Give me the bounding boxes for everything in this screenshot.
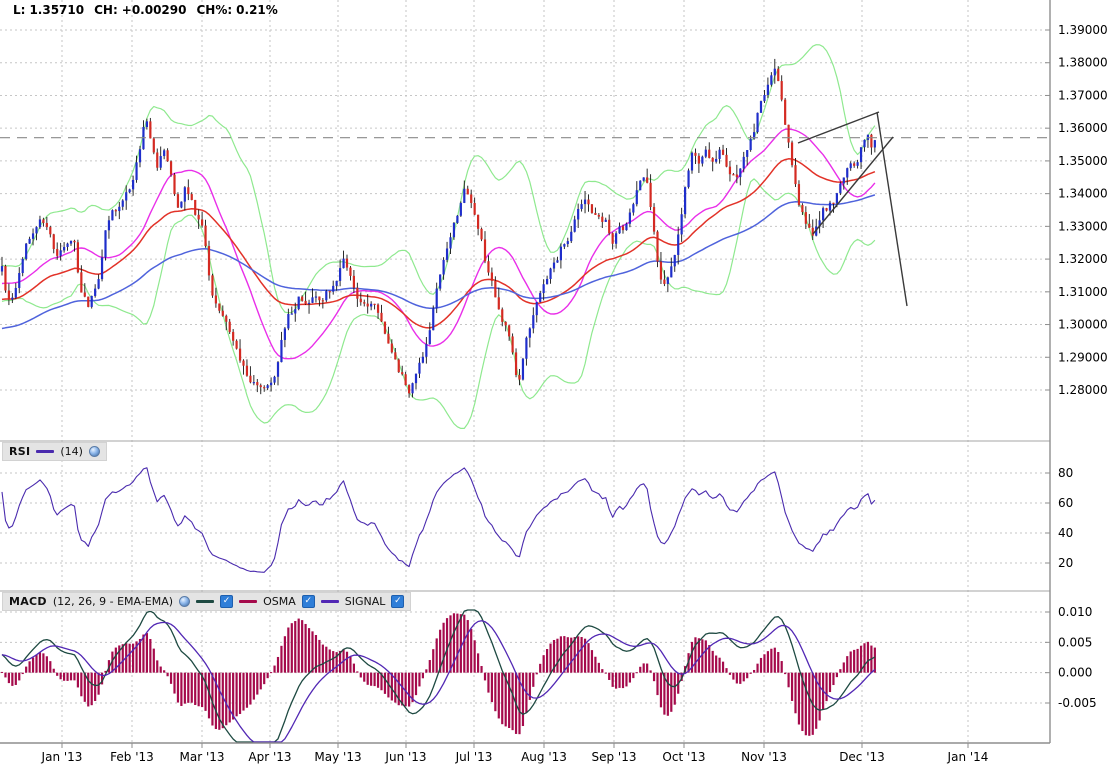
annotations[interactable] — [0, 111, 1050, 307]
svg-text:0.005: 0.005 — [1058, 635, 1092, 649]
svg-text:0.010: 0.010 — [1058, 605, 1092, 619]
svg-text:Mar '13: Mar '13 — [179, 750, 224, 764]
macd-line-swatch — [196, 600, 215, 603]
x-axis-labels: Jan '13 Feb '13 Mar '13 Apr '13 May '13 Jun '… — [41, 743, 989, 764]
chart-canvas[interactable]: 1.39000 1.38000 1.37000 1.36000 1.35000 1.340… — [0, 0, 1114, 768]
rsi-line-swatch — [36, 450, 55, 453]
svg-text:1.36000: 1.36000 — [1058, 121, 1108, 135]
svg-text:1.37000: 1.37000 — [1058, 88, 1108, 102]
trend-line — [876, 111, 908, 307]
svg-text:1.34000: 1.34000 — [1058, 187, 1108, 201]
main-panel-overlays — [1, 44, 876, 429]
svg-text:Oct '13: Oct '13 — [662, 750, 705, 764]
globe-icon[interactable] — [88, 446, 100, 457]
macd-params: (12, 26, 9 - EMA-EMA) — [52, 595, 174, 608]
macd-line-checkbox[interactable]: ✓ — [220, 595, 234, 608]
svg-text:0.000: 0.000 — [1058, 666, 1092, 680]
globe-icon[interactable] — [179, 596, 191, 607]
svg-text:Sep '13: Sep '13 — [592, 750, 637, 764]
signal-label: SIGNAL — [344, 595, 386, 608]
last-value: 1.35710 — [29, 3, 85, 17]
svg-text:80: 80 — [1058, 466, 1073, 480]
rsi-legend: RSI (14) — [2, 442, 107, 461]
svg-text:1.30000: 1.30000 — [1058, 318, 1108, 332]
svg-text:20: 20 — [1058, 556, 1073, 570]
macd-legend: MACD (12, 26, 9 - EMA-EMA) ✓ OSMA ✓ SIGN… — [2, 592, 412, 611]
signal-checkbox[interactable]: ✓ — [391, 595, 405, 608]
gridlines — [0, 0, 1050, 743]
trading-chart-window: 1.39000 1.38000 1.37000 1.36000 1.35000 1.340… — [0, 0, 1114, 768]
svg-text:1.35000: 1.35000 — [1058, 154, 1108, 168]
signal-swatch — [320, 600, 339, 603]
svg-text:40: 40 — [1058, 526, 1073, 540]
trend-line — [812, 136, 894, 235]
svg-text:Apr '13: Apr '13 — [248, 750, 291, 764]
rsi-panel-series — [1, 467, 876, 573]
svg-text:1.38000: 1.38000 — [1058, 56, 1108, 70]
quote-status-line: L: 1.35710 CH: +0.00290 CH%: 0.21% — [13, 3, 282, 17]
svg-text:1.33000: 1.33000 — [1058, 219, 1108, 233]
svg-text:Jan '13: Jan '13 — [41, 750, 83, 764]
osma-label: OSMA — [263, 595, 296, 608]
last-label: L: — [13, 3, 26, 17]
svg-text:-0.005: -0.005 — [1058, 696, 1097, 710]
svg-text:Jun '13: Jun '13 — [384, 750, 426, 764]
svg-text:May '13: May '13 — [314, 750, 361, 764]
osma-checkbox[interactable]: ✓ — [301, 595, 315, 608]
svg-text:Feb '13: Feb '13 — [110, 750, 154, 764]
macd-title: MACD — [9, 595, 47, 608]
osma-swatch — [239, 600, 258, 603]
rsi-params: (14) — [60, 445, 83, 458]
change-value: +0.00290 — [121, 3, 187, 17]
svg-text:1.29000: 1.29000 — [1058, 350, 1108, 364]
svg-text:1.39000: 1.39000 — [1058, 23, 1108, 37]
change-label: CH: — [94, 3, 118, 17]
panel-borders — [0, 0, 1051, 744]
svg-text:Jul '13: Jul '13 — [455, 750, 493, 764]
svg-text:Dec '13: Dec '13 — [839, 750, 885, 764]
svg-text:Nov '13: Nov '13 — [741, 750, 787, 764]
change-pct-label: CH%: — [196, 3, 233, 17]
change-pct-value: 0.21% — [236, 3, 278, 17]
price-axis-labels: 1.39000 1.38000 1.37000 1.36000 1.35000 1.340… — [1045, 23, 1108, 710]
svg-text:Aug '13: Aug '13 — [521, 750, 567, 764]
svg-text:1.28000: 1.28000 — [1058, 383, 1108, 397]
svg-text:60: 60 — [1058, 496, 1073, 510]
svg-text:1.31000: 1.31000 — [1058, 285, 1108, 299]
svg-text:Jan '14: Jan '14 — [947, 750, 989, 764]
svg-text:1.32000: 1.32000 — [1058, 252, 1108, 266]
rsi-title: RSI — [9, 445, 31, 458]
